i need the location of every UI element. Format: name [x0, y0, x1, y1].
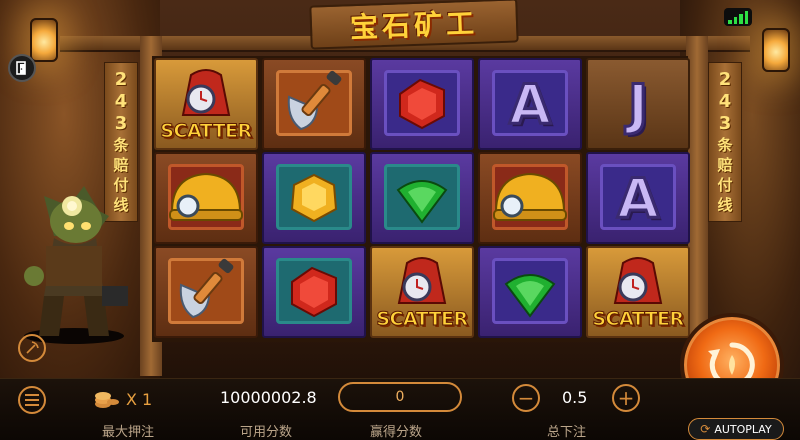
autoplay-button[interactable]: ⟳ AUTOPLAY — [688, 418, 784, 440]
lantern-icon — [762, 28, 790, 72]
win-display: 0 — [338, 382, 462, 412]
reel-cell: SCATTER — [370, 246, 474, 338]
scatter-bag-icon — [181, 69, 231, 116]
exit-button[interactable] — [8, 54, 36, 82]
signal-bars-icon — [724, 8, 752, 26]
game-scene: 宝石矿工 2 4 3 条 赔 付 线 2 4 3 条 赔 付 线 SCATTER… — [0, 0, 800, 440]
banner-text: 3 — [718, 113, 732, 134]
loop-icon[interactable] — [18, 334, 46, 362]
banner-text: 2 — [718, 69, 732, 90]
win-label: 赢得分数 — [370, 425, 423, 440]
game-title: 宝石矿工 — [349, 6, 479, 45]
menu-icon — [25, 394, 39, 406]
scatter-label: SCATTER — [160, 120, 253, 143]
banner-text: 4 — [718, 91, 732, 112]
banner-text: 赔 — [717, 156, 733, 174]
pickaxe-icon — [26, 341, 39, 354]
reel-cell — [370, 152, 474, 244]
exit-door-icon — [16, 61, 26, 75]
reel-cell: J — [586, 58, 690, 150]
reel-cell: A — [478, 58, 582, 150]
yellow-gem-icon — [290, 173, 338, 223]
banner-text: 赔 — [113, 156, 129, 174]
scatter-label: SCATTER — [592, 308, 685, 331]
max-bet-label: 最大押注 — [102, 425, 155, 440]
banner-text: 条 — [717, 136, 733, 154]
banner-text: 条 — [113, 136, 129, 154]
reel-cell — [262, 58, 366, 150]
lantern-icon — [30, 18, 58, 62]
letter-symbol: A — [508, 71, 553, 137]
autoplay-icon: ⟳ — [700, 422, 711, 436]
banner-text: 4 — [114, 91, 128, 112]
autoplay-label: AUTOPLAY — [714, 422, 772, 436]
bet-decrease-button[interactable]: − — [512, 384, 540, 412]
reel-cell — [478, 246, 582, 338]
reel-cell — [262, 152, 366, 244]
reel-cell — [154, 152, 258, 244]
red-gem-icon — [399, 78, 445, 130]
shovel-icon — [287, 70, 342, 131]
scatter-bag-icon — [613, 257, 663, 304]
miner-helmet-icon — [169, 172, 243, 221]
green-gem-icon — [504, 274, 556, 318]
reel-cell: SCATTER — [586, 246, 690, 338]
red-gem-icon — [291, 266, 337, 318]
shovel-icon — [179, 258, 234, 319]
reel-cell — [478, 152, 582, 244]
plus-icon: + — [617, 386, 635, 410]
scatter-label: SCATTER — [376, 308, 469, 331]
paylines-banner-right: 2 4 3 条 赔 付 线 — [708, 62, 742, 222]
scatter-bag-icon — [397, 257, 447, 304]
balance-label: 可用分数 — [240, 425, 293, 440]
bet-value: 0.5 — [562, 388, 588, 407]
banner-text: 3 — [114, 113, 128, 134]
reel-cell: SCATTER — [154, 58, 258, 150]
reel-grid: SCATTER A J A SCATTER SCATTER — [152, 56, 690, 342]
banner-text: 线 — [717, 196, 733, 214]
balance-value: 10000002.8 — [220, 388, 317, 407]
reel-cell: A — [586, 152, 690, 244]
banner-text: 付 — [717, 176, 733, 194]
reel-cell — [262, 246, 366, 338]
goblin-miner-mascot — [24, 186, 128, 344]
win-value: 0 — [395, 389, 405, 405]
coin-stack-icon[interactable] — [94, 388, 120, 410]
letter-symbol: J — [626, 71, 649, 137]
menu-button[interactable] — [18, 386, 46, 414]
total-bet-label: 总下注 — [547, 425, 587, 440]
miner-helmet-icon — [493, 172, 567, 221]
letter-symbol: A — [616, 165, 661, 231]
green-gem-icon — [396, 180, 448, 224]
minus-icon: − — [517, 386, 535, 410]
reel-cell — [370, 58, 474, 150]
bet-increase-button[interactable]: + — [612, 384, 640, 412]
title-plaque: 宝石矿工 — [309, 0, 519, 50]
reel-cell — [154, 246, 258, 338]
banner-text: 2 — [114, 69, 128, 90]
max-bet-multiplier[interactable]: X 1 — [126, 390, 152, 409]
